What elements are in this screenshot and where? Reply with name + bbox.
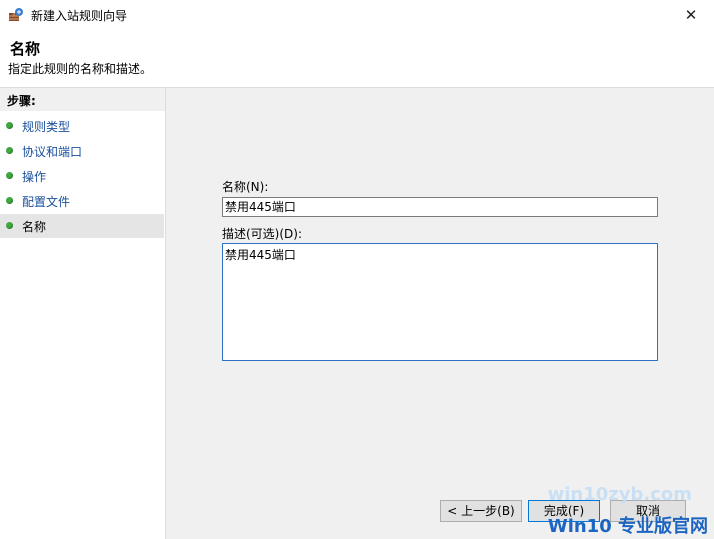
step-status-icon	[6, 222, 13, 229]
watermark-url: win10zyb.com	[547, 484, 692, 505]
content-pane: 名称(N): 禁用445端口 描述(可选)(D): 禁用445端口 < 上一步(…	[166, 88, 714, 539]
page-subtitle: 指定此规则的名称和描述。	[8, 62, 153, 76]
steps-header: 步骤:	[0, 88, 165, 111]
name-label: 名称(N):	[222, 180, 269, 194]
step-protocol-port[interactable]: 协议和端口	[0, 139, 164, 163]
description-input[interactable]: 禁用445端口	[222, 243, 658, 361]
firewall-icon	[9, 8, 23, 21]
page-title: 名称	[10, 40, 41, 58]
step-status-icon	[6, 197, 13, 204]
step-status-icon	[6, 147, 13, 154]
wizard-header	[0, 30, 714, 86]
steps-title: 步骤:	[7, 94, 36, 108]
step-action[interactable]: 操作	[0, 164, 164, 188]
step-name[interactable]: 名称	[0, 214, 164, 238]
step-profile[interactable]: 配置文件	[0, 189, 164, 213]
title-bar: 新建入站规则向导 ✕	[0, 0, 714, 30]
step-label: 名称	[22, 220, 47, 234]
step-label: 协议和端口	[22, 145, 83, 159]
back-button[interactable]: < 上一步(B)	[440, 500, 522, 522]
step-rule-type[interactable]: 规则类型	[0, 114, 164, 138]
watermark-brand: Win10 专业版官网	[547, 516, 708, 537]
step-label: 配置文件	[22, 195, 71, 209]
step-label: 规则类型	[22, 120, 71, 134]
window-title: 新建入站规则向导	[31, 9, 128, 23]
close-button[interactable]: ✕	[668, 0, 714, 30]
step-label: 操作	[22, 170, 47, 184]
step-status-icon	[6, 122, 13, 129]
watermark: win10zyb.com Win10 专业版官网	[530, 478, 714, 539]
steps-sidebar: 步骤: 规则类型 协议和端口 操作 配置文件 名称	[0, 88, 165, 539]
name-input[interactable]: 禁用445端口	[222, 197, 658, 217]
description-label: 描述(可选)(D):	[222, 227, 303, 241]
step-status-icon	[6, 172, 13, 179]
